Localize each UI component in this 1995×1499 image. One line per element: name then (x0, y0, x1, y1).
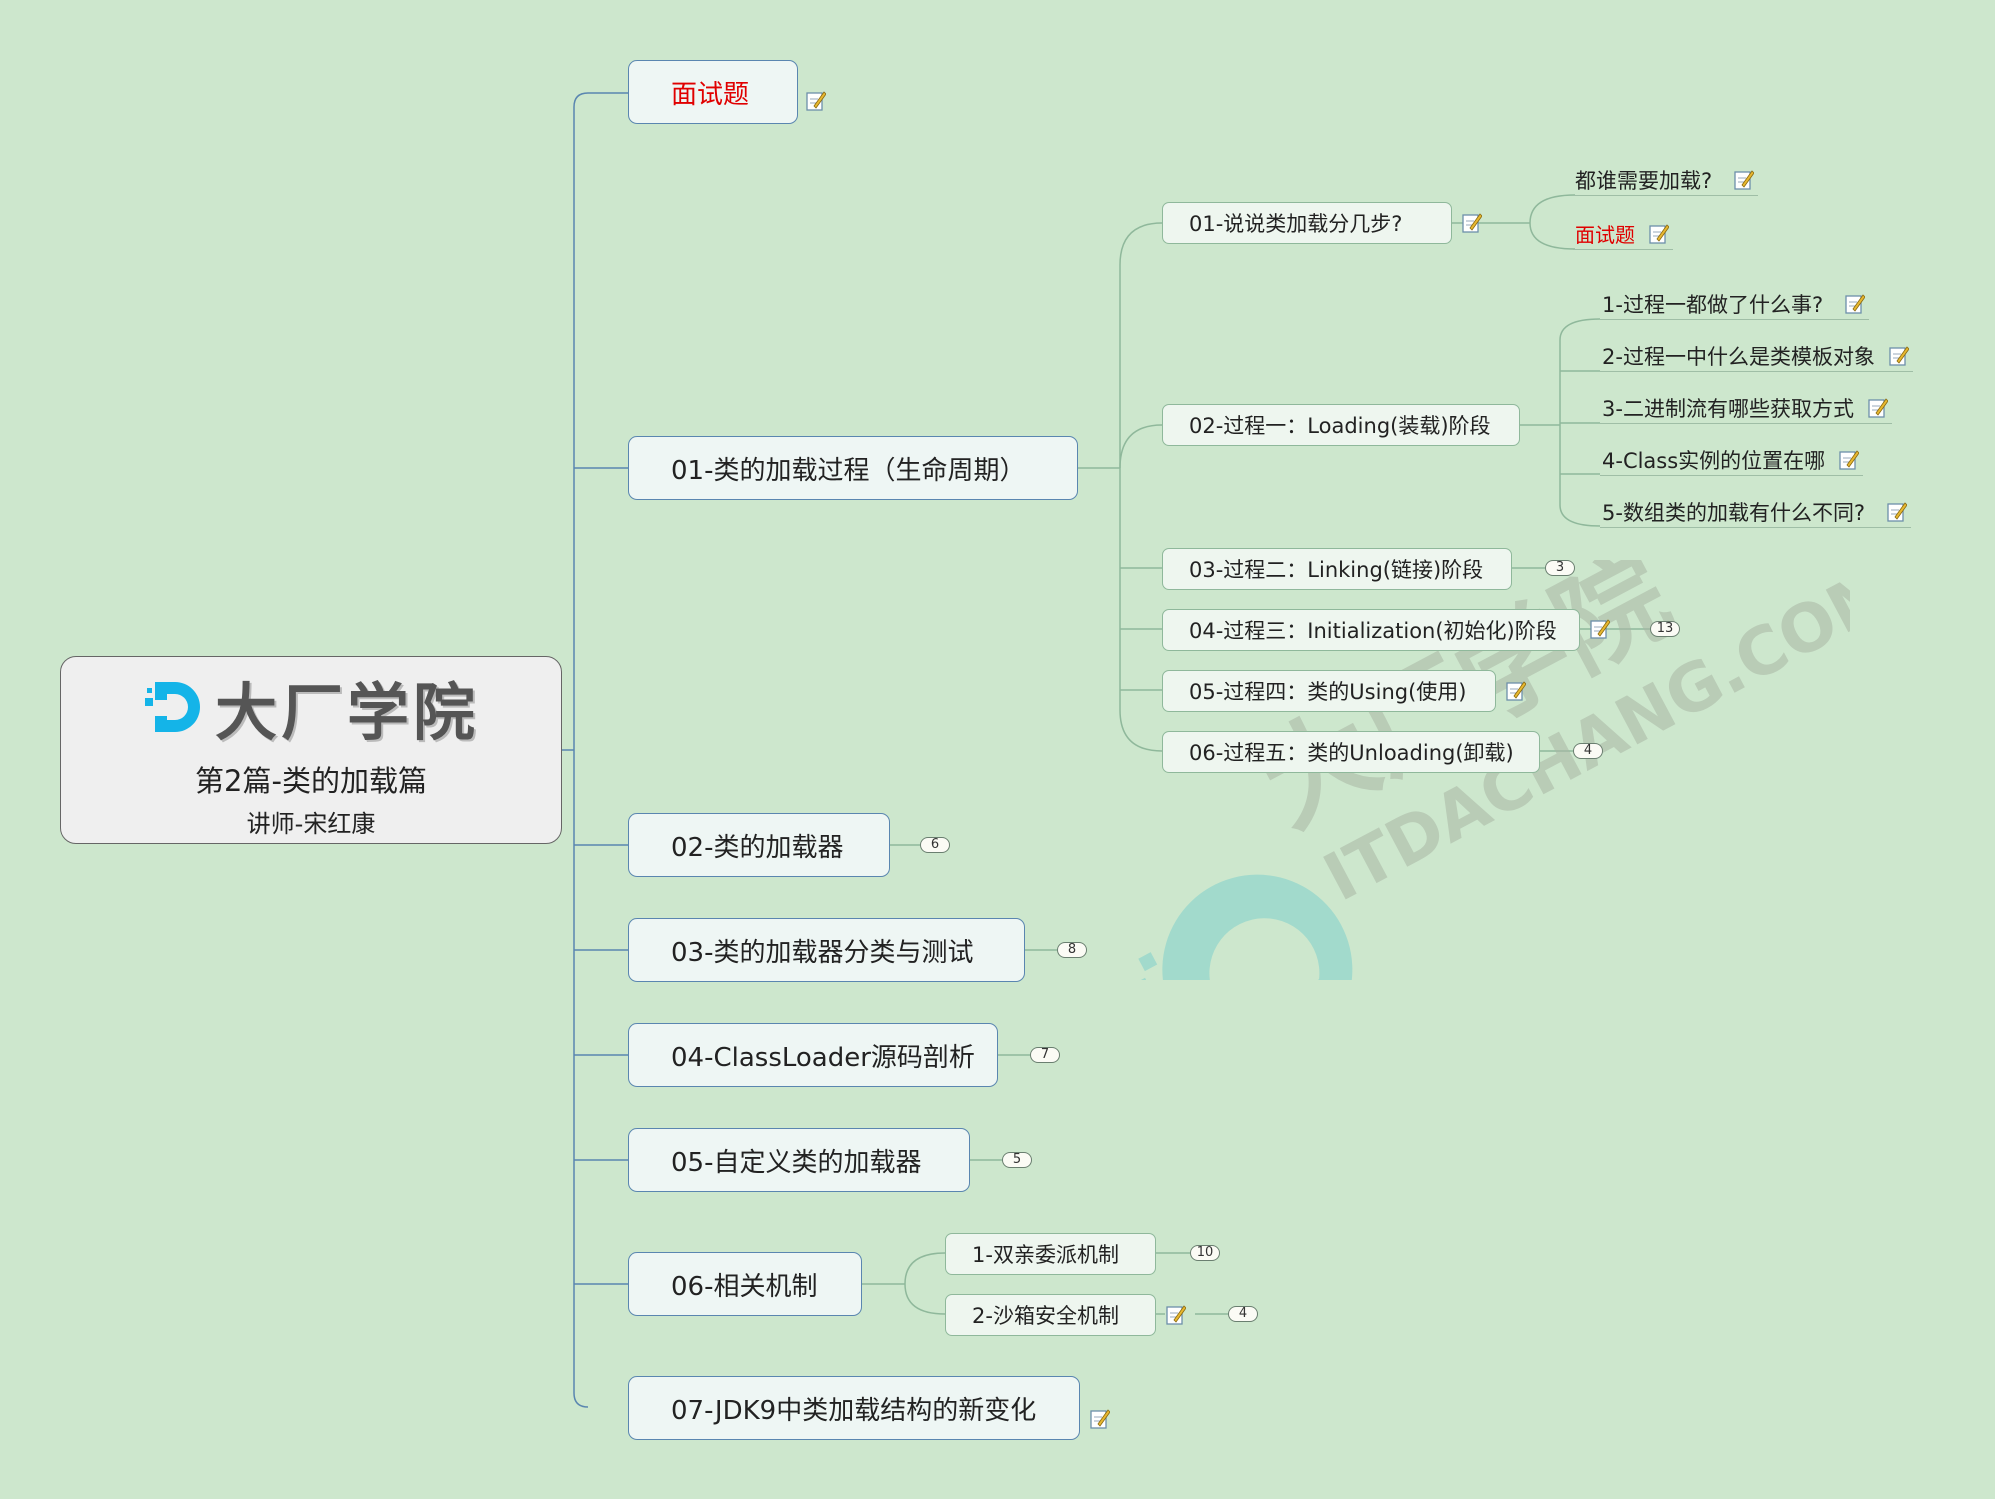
child-count-badge[interactable]: 4 (1573, 743, 1603, 759)
leaf-label: 1-过程一都做了什么事? (1602, 292, 1824, 317)
note-icon[interactable] (1590, 618, 1610, 640)
logo-icon (144, 681, 200, 732)
branch-jdk9-changes[interactable]: 07-JDK9中类加载结构的新变化 (628, 1376, 1080, 1440)
note-icon[interactable] (1090, 1408, 1110, 1430)
leaf-label: 5-数组类的加载有什么不同? (1602, 500, 1866, 525)
branch-label: 06-相关机制 (671, 1271, 818, 1302)
branch-label: 02-类的加载器 (671, 832, 844, 863)
branch-loader-types[interactable]: 03-类的加载器分类与测试 (628, 918, 1025, 982)
sub-using-phase[interactable]: 05-过程四：类的Using(使用) (1162, 670, 1496, 712)
note-icon[interactable] (1868, 397, 1888, 419)
sub-parent-delegation[interactable]: 1-双亲委派机制 (945, 1233, 1156, 1275)
note-icon[interactable] (1889, 345, 1909, 367)
sub-label: 2-沙箱安全机制 (972, 1304, 1119, 1328)
note-icon[interactable] (1734, 169, 1755, 191)
sub-label: 05-过程四：类的Using(使用) (1189, 680, 1467, 704)
sub-initialization-phase[interactable]: 04-过程三：Initialization(初始化)阶段 (1162, 609, 1580, 651)
child-count-badge[interactable]: 6 (920, 837, 950, 853)
leaf-label: 都谁需要加载? (1575, 168, 1713, 193)
branch-classloader-source[interactable]: 04-ClassLoader源码剖析 (628, 1023, 998, 1087)
root-title: 第2篇-类的加载篇 (195, 763, 427, 798)
branch-label: 面试题 (671, 79, 750, 110)
child-count-badge[interactable]: 4 (1228, 1306, 1258, 1322)
leaf-who-needs-loading[interactable]: 都谁需要加载? (1573, 166, 1759, 196)
sub-label: 01-说说类加载分几步? (1189, 212, 1403, 236)
sub-linking-phase[interactable]: 03-过程二：Linking(链接)阶段 (1162, 548, 1512, 590)
note-icon[interactable] (806, 90, 826, 112)
leaf-class-template[interactable]: 2-过程一中什么是类模板对象 (1600, 342, 1913, 372)
sub-unloading-phase[interactable]: 06-过程五：类的Unloading(卸载) (1162, 731, 1540, 773)
root-logo: 大厂学院 (143, 662, 479, 752)
leaf-class-instance[interactable]: 4-Class实例的位置在哪 (1600, 446, 1864, 476)
note-icon[interactable] (1839, 449, 1860, 471)
branch-custom-loader[interactable]: 05-自定义类的加载器 (628, 1128, 970, 1192)
note-icon[interactable] (1845, 293, 1866, 315)
root-node[interactable]: 大厂学院 第2篇-类的加载篇 讲师-宋红康 (60, 656, 562, 844)
branch-loading-process[interactable]: 01-类的加载过程（生命周期） (628, 436, 1078, 500)
leaf-binary-stream[interactable]: 3-二进制流有哪些获取方式 (1600, 394, 1892, 424)
child-count-badge[interactable]: 13 (1650, 621, 1680, 637)
leaf-label: 3-二进制流有哪些获取方式 (1602, 396, 1854, 421)
sub-label: 03-过程二：Linking(链接)阶段 (1189, 558, 1484, 582)
leaf-label: 2-过程一中什么是类模板对象 (1602, 344, 1875, 369)
sub-sandbox-security[interactable]: 2-沙箱安全机制 (945, 1294, 1156, 1336)
leaf-label: 4-Class实例的位置在哪 (1602, 448, 1826, 473)
mind-map-canvas: 大厂学院 ITDACHANG.COM 大厂学院 第2篇-类的加载篇 讲师-宋红康… (0, 0, 1995, 1499)
branch-label: 05-自定义类的加载器 (671, 1147, 922, 1178)
child-count-badge[interactable]: 8 (1057, 942, 1087, 958)
leaf-interview[interactable]: 面试题 (1573, 220, 1673, 250)
branch-label: 03-类的加载器分类与测试 (671, 937, 974, 968)
leaf-label: 面试题 (1575, 223, 1635, 247)
sub-label: 1-双亲委派机制 (972, 1243, 1119, 1267)
sub-label: 04-过程三：Initialization(初始化)阶段 (1189, 619, 1557, 643)
note-icon[interactable] (1506, 680, 1526, 702)
branch-label: 07-JDK9中类加载结构的新变化 (671, 1395, 1037, 1426)
note-icon[interactable] (1887, 501, 1908, 523)
child-count-badge[interactable]: 10 (1190, 1245, 1220, 1261)
branch-label: 04-ClassLoader源码剖析 (671, 1042, 975, 1073)
branch-mechanisms[interactable]: 06-相关机制 (628, 1252, 862, 1316)
leaf-phase1-tasks[interactable]: 1-过程一都做了什么事? (1600, 290, 1870, 320)
logo-text: 大厂学院 (214, 675, 479, 749)
sub-load-steps[interactable]: 01-说说类加载分几步? (1162, 202, 1452, 244)
branch-class-loader[interactable]: 02-类的加载器 (628, 813, 890, 877)
note-icon[interactable] (1462, 212, 1482, 234)
child-count-badge[interactable]: 7 (1030, 1047, 1060, 1063)
child-count-badge[interactable]: 5 (1002, 1152, 1032, 1168)
branch-interview[interactable]: 面试题 (628, 60, 798, 124)
sub-label: 02-过程一：Loading(装载)阶段 (1189, 414, 1491, 438)
sub-loading-phase[interactable]: 02-过程一：Loading(装载)阶段 (1162, 404, 1520, 446)
note-icon[interactable] (1649, 223, 1669, 245)
leaf-array-loading[interactable]: 5-数组类的加载有什么不同? (1600, 498, 1912, 528)
note-icon[interactable] (1166, 1304, 1186, 1326)
sub-label: 06-过程五：类的Unloading(卸载) (1189, 741, 1514, 765)
branch-label: 01-类的加载过程（生命周期） (671, 455, 1026, 486)
root-subtitle: 讲师-宋红康 (246, 809, 376, 838)
child-count-badge[interactable]: 3 (1545, 560, 1575, 576)
